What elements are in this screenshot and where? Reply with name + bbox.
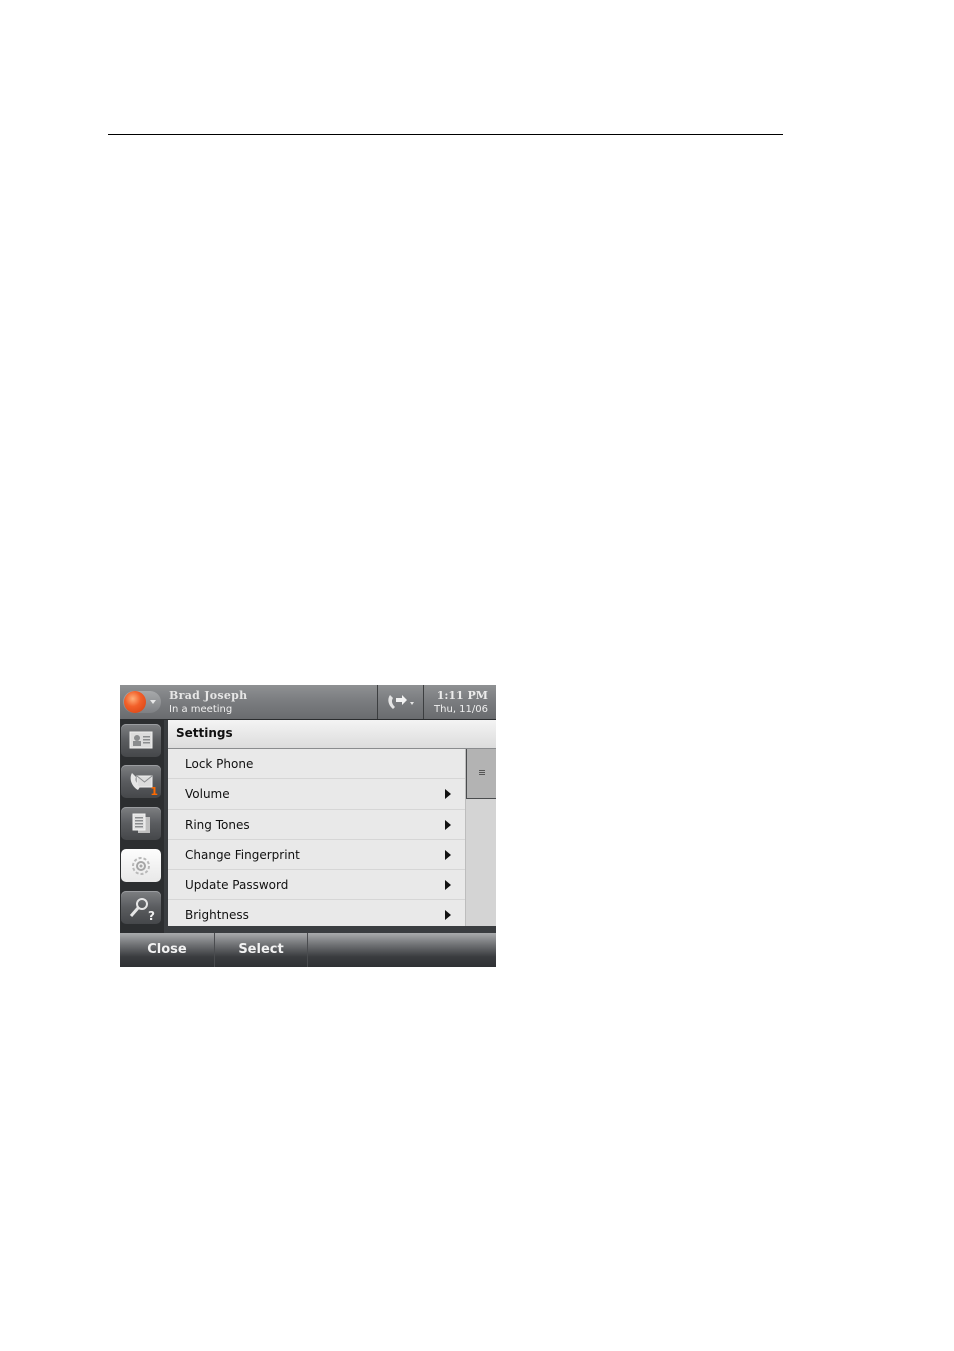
settings-list: Lock Phone Volume Ring Tones Change Fing…	[168, 749, 465, 930]
scrollbar-track[interactable]	[465, 749, 496, 926]
chevron-right-icon	[445, 880, 451, 891]
chevron-right-icon	[445, 849, 451, 860]
chevron-right-icon	[445, 910, 451, 921]
clock-time: 1:11 PM	[436, 689, 488, 702]
list-item-brightness[interactable]: Brightness	[168, 900, 465, 929]
chevron-down-icon	[150, 700, 156, 704]
softkey-divider	[307, 933, 308, 967]
call-forward-icon	[388, 695, 414, 709]
call-forward-button[interactable]	[378, 685, 422, 719]
presence-status-icon	[124, 691, 146, 713]
list-item-label: Brightness	[185, 908, 249, 923]
presence-button[interactable]	[123, 691, 161, 713]
svg-text:?: ?	[148, 909, 155, 921]
header-divider	[423, 685, 424, 719]
panel-title-bar: Settings	[168, 720, 496, 749]
select-button[interactable]: Select	[215, 933, 307, 967]
grip-icon	[479, 770, 485, 776]
chevron-right-icon	[445, 819, 451, 830]
softkey-bar: Close Select	[120, 933, 496, 967]
status-header: Brad Joseph In a meeting 1:11 PM Thu, 11…	[120, 685, 496, 720]
list-item-update-password[interactable]: Update Password	[168, 870, 465, 901]
phone-screen: Brad Joseph In a meeting 1:11 PM Thu, 11…	[120, 685, 496, 967]
page-divider-line	[108, 134, 783, 135]
list-item-label: Ring Tones	[185, 817, 250, 832]
scrollbar-thumb[interactable]	[466, 749, 496, 799]
list-item-label: Volume	[185, 787, 230, 802]
list-item-volume[interactable]: Volume	[168, 779, 465, 810]
list-item-lock-phone[interactable]: Lock Phone	[168, 749, 465, 780]
clock-date: Thu, 11/06	[434, 704, 488, 715]
user-name: Brad Joseph	[169, 689, 248, 702]
list-item-label: Change Fingerprint	[185, 847, 300, 862]
user-status: In a meeting	[169, 704, 233, 715]
contact-card-icon	[129, 731, 153, 749]
magnifier-question-icon: ?	[129, 898, 155, 921]
nav-settings[interactable]	[121, 849, 161, 882]
list-item-change-fingerprint[interactable]: Change Fingerprint	[168, 840, 465, 871]
side-nav: 1 ?	[120, 720, 164, 933]
chevron-right-icon	[445, 789, 451, 800]
nav-messages[interactable]: 1	[121, 765, 161, 798]
list-item-label: Update Password	[185, 878, 289, 893]
gear-icon	[132, 857, 150, 875]
list-item-label: Lock Phone	[185, 757, 254, 771]
settings-panel: Settings Lock Phone Volume Ring Tones Ch…	[168, 720, 496, 926]
close-button[interactable]: Close	[120, 933, 214, 967]
nav-search-help[interactable]: ?	[121, 891, 161, 924]
document-list-icon	[132, 813, 150, 833]
list-item-ring-tones[interactable]: Ring Tones	[168, 810, 465, 840]
nav-directory[interactable]	[121, 807, 161, 840]
nav-contacts[interactable]	[121, 724, 161, 757]
panel-title: Settings	[176, 726, 233, 740]
unread-badge: 1	[150, 785, 158, 798]
